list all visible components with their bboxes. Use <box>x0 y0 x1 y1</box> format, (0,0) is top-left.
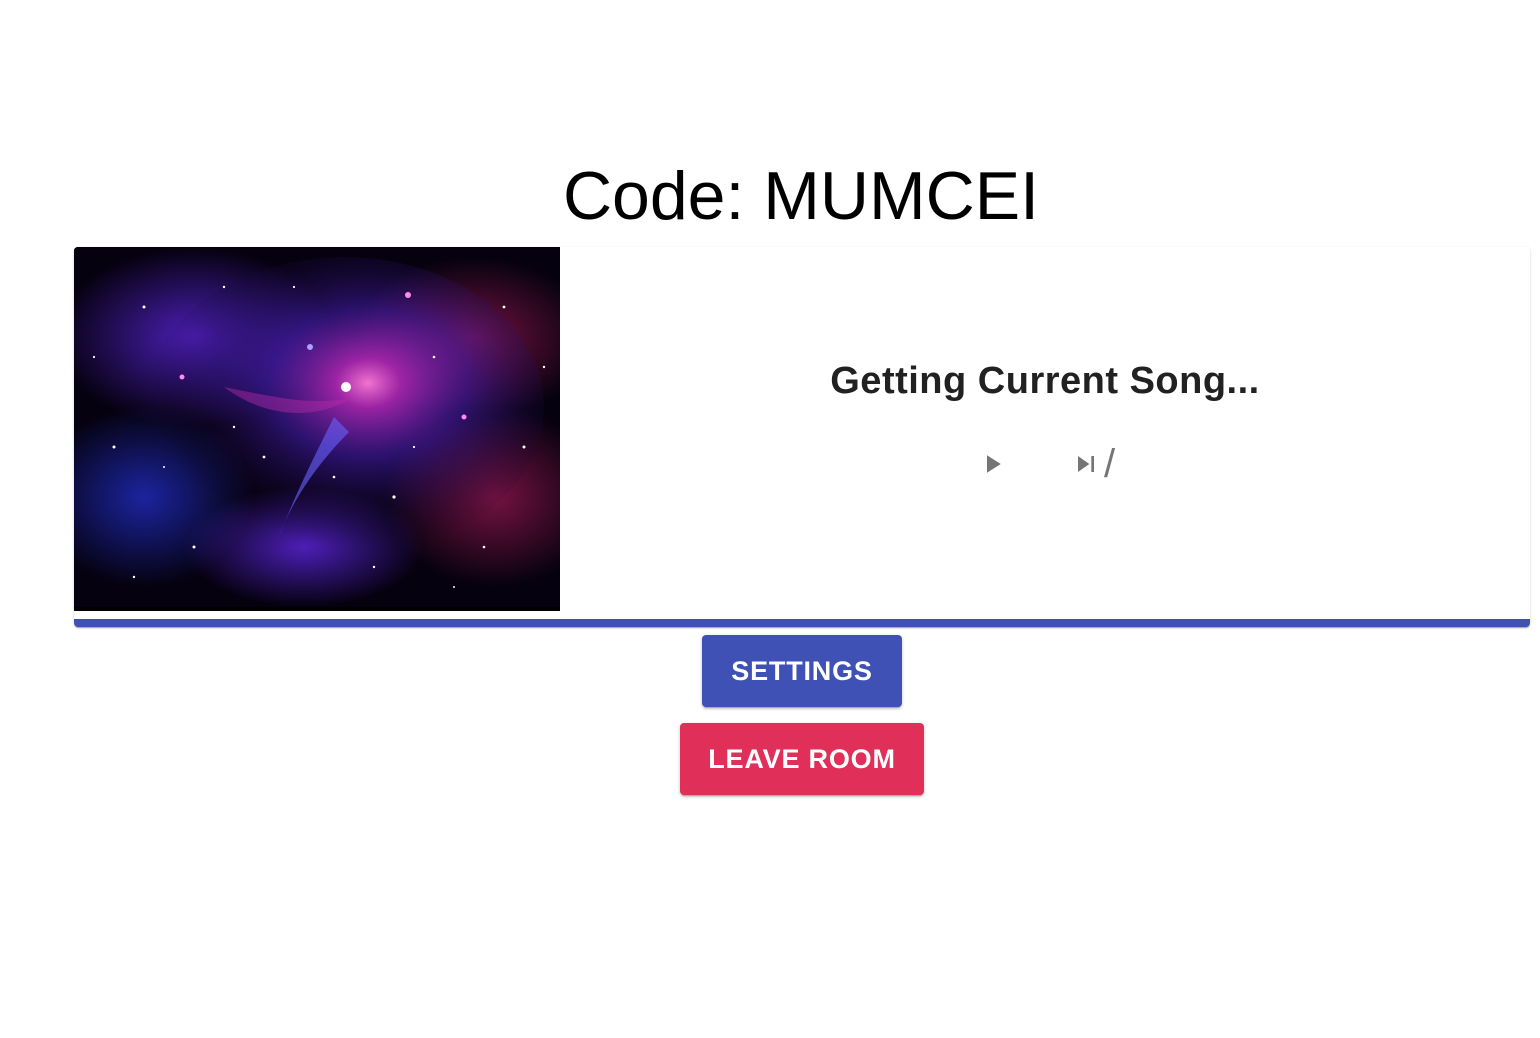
skip-button[interactable] <box>1062 440 1110 488</box>
skip-vote-count: / <box>1104 442 1116 486</box>
album-art-image <box>74 247 560 611</box>
room-page: Code: MUMCEI Getting Current Song... / S… <box>0 0 1540 1038</box>
music-player-card: Getting Current Song... / <box>74 247 1530 627</box>
leave-room-button[interactable]: Leave Room <box>680 723 924 795</box>
settings-button[interactable]: Settings <box>702 635 902 707</box>
playback-controls: / <box>962 440 1115 488</box>
song-progress-bar <box>74 619 1530 627</box>
song-title: Getting Current Song... <box>830 360 1260 402</box>
skip-next-icon <box>1078 456 1094 472</box>
play-button[interactable] <box>968 440 1016 488</box>
play-icon <box>987 455 1001 473</box>
room-code-heading: Code: MUMCEI <box>562 158 1040 234</box>
song-progress-fill <box>74 619 1530 627</box>
